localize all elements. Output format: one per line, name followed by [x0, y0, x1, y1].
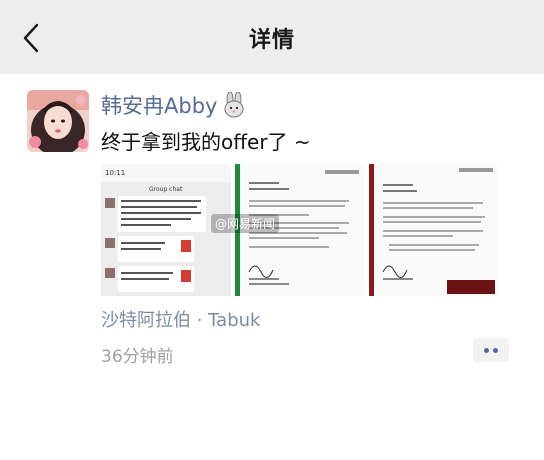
watermark-label: @网易新闻 [211, 214, 280, 233]
post-text: 终于拿到我的offer了 ~ [101, 130, 311, 154]
page-title: 详情 [248, 28, 295, 53]
rabbit-emoji-icon [221, 91, 247, 118]
more-actions-button[interactable] [473, 338, 509, 362]
more-dots-icon [484, 347, 489, 353]
more-dots-icon [493, 347, 498, 353]
author-name-text: 韩安冉Abby [101, 94, 218, 118]
author-name[interactable]: 韩安冉Abby [101, 90, 247, 120]
avatar[interactable] [27, 90, 89, 152]
moment-post: 韩安冉Abby 终于拿到我的offer了 ~ 10:11 Group chat [0, 74, 544, 460]
top-bar: 详情 [0, 0, 544, 74]
svg-text:10:11: 10:11 [105, 169, 125, 177]
post-time: 36分钟前 [101, 347, 174, 367]
location-link[interactable]: 沙特阿拉伯 · Tabuk [101, 306, 260, 332]
image-grid: 10:11 Group chat @网易新闻 [101, 164, 499, 296]
image-thumbnail-3[interactable] [369, 164, 499, 296]
svg-text:Group chat: Group chat [149, 186, 183, 193]
